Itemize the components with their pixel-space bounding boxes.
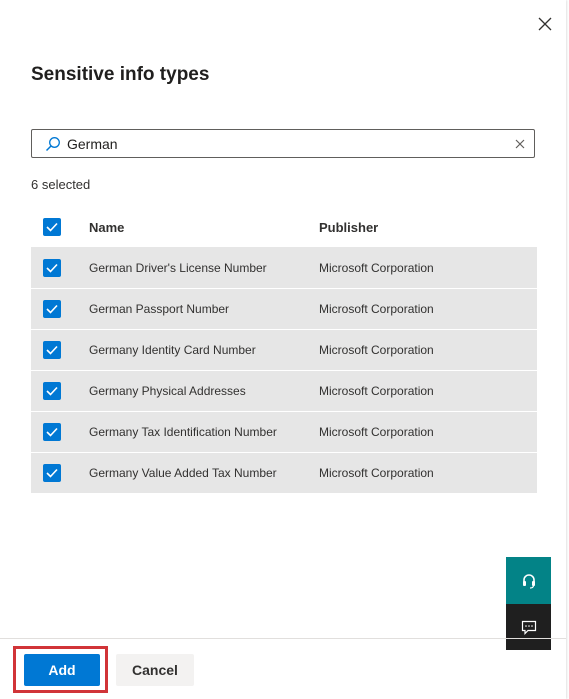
table-row[interactable]: Germany Tax Identification Number Microso…	[31, 411, 537, 452]
row-name: Germany Identity Card Number	[89, 343, 256, 357]
select-all-checkbox[interactable]	[43, 218, 61, 236]
row-publisher: Microsoft Corporation	[319, 425, 434, 439]
close-icon	[538, 17, 552, 31]
help-button[interactable]	[506, 557, 551, 604]
table-row[interactable]: German Passport Number Microsoft Corporat…	[31, 288, 537, 329]
add-button[interactable]: Add	[24, 654, 100, 686]
row-checkbox[interactable]	[43, 300, 61, 318]
info-types-table: Name Publisher German Driver's License N…	[31, 207, 537, 493]
row-name: Germany Value Added Tax Number	[89, 466, 277, 480]
panel-title: Sensitive info types	[31, 64, 210, 85]
row-name: Germany Tax Identification Number	[89, 425, 277, 439]
row-name: Germany Physical Addresses	[89, 384, 246, 398]
table-row[interactable]: Germany Identity Card Number Microsoft Co…	[31, 329, 537, 370]
table-header: Name Publisher	[31, 207, 537, 247]
row-publisher: Microsoft Corporation	[319, 384, 434, 398]
row-publisher: Microsoft Corporation	[319, 260, 434, 275]
checkmark-icon	[46, 345, 58, 355]
row-checkbox[interactable]	[43, 341, 61, 359]
search-box[interactable]	[31, 129, 535, 158]
checkmark-icon	[46, 468, 58, 478]
clear-search-button[interactable]	[506, 130, 534, 157]
search-icon	[45, 136, 61, 152]
selected-count: 6 selected	[31, 177, 91, 192]
table-row[interactable]: German Driver's License Number Microsoft …	[31, 247, 537, 288]
chat-icon	[521, 620, 536, 635]
checkmark-icon	[46, 263, 58, 273]
row-checkbox[interactable]	[43, 258, 61, 277]
column-header-publisher[interactable]: Publisher	[319, 220, 378, 235]
checkmark-icon	[46, 222, 58, 232]
row-publisher: Microsoft Corporation	[319, 466, 434, 480]
table-row[interactable]: Germany Physical Addresses Microsoft Corp…	[31, 370, 537, 411]
feedback-button[interactable]	[506, 604, 551, 650]
headset-icon	[522, 573, 535, 589]
row-checkbox[interactable]	[43, 423, 61, 441]
checkmark-icon	[46, 304, 58, 314]
row-name: German Passport Number	[89, 302, 230, 316]
column-header-name[interactable]: Name	[89, 220, 124, 235]
row-name: German Driver's License Number	[89, 260, 267, 275]
row-publisher: Microsoft Corporation	[319, 343, 434, 357]
checkmark-icon	[46, 386, 58, 396]
row-checkbox[interactable]	[43, 382, 61, 400]
table-body: German Driver's License Number Microsoft …	[31, 247, 537, 493]
checkmark-icon	[46, 427, 58, 437]
close-button[interactable]	[533, 12, 557, 36]
clear-icon	[515, 139, 525, 148]
sensitive-info-types-panel: Sensitive info types 6 selected Name Pub…	[0, 0, 566, 699]
search-input[interactable]	[67, 135, 506, 152]
table-row[interactable]: Germany Value Added Tax Number Microsoft …	[31, 452, 537, 493]
footer-divider	[0, 638, 566, 639]
cancel-button[interactable]: Cancel	[116, 654, 194, 686]
row-checkbox[interactable]	[43, 464, 61, 482]
row-publisher: Microsoft Corporation	[319, 302, 434, 316]
